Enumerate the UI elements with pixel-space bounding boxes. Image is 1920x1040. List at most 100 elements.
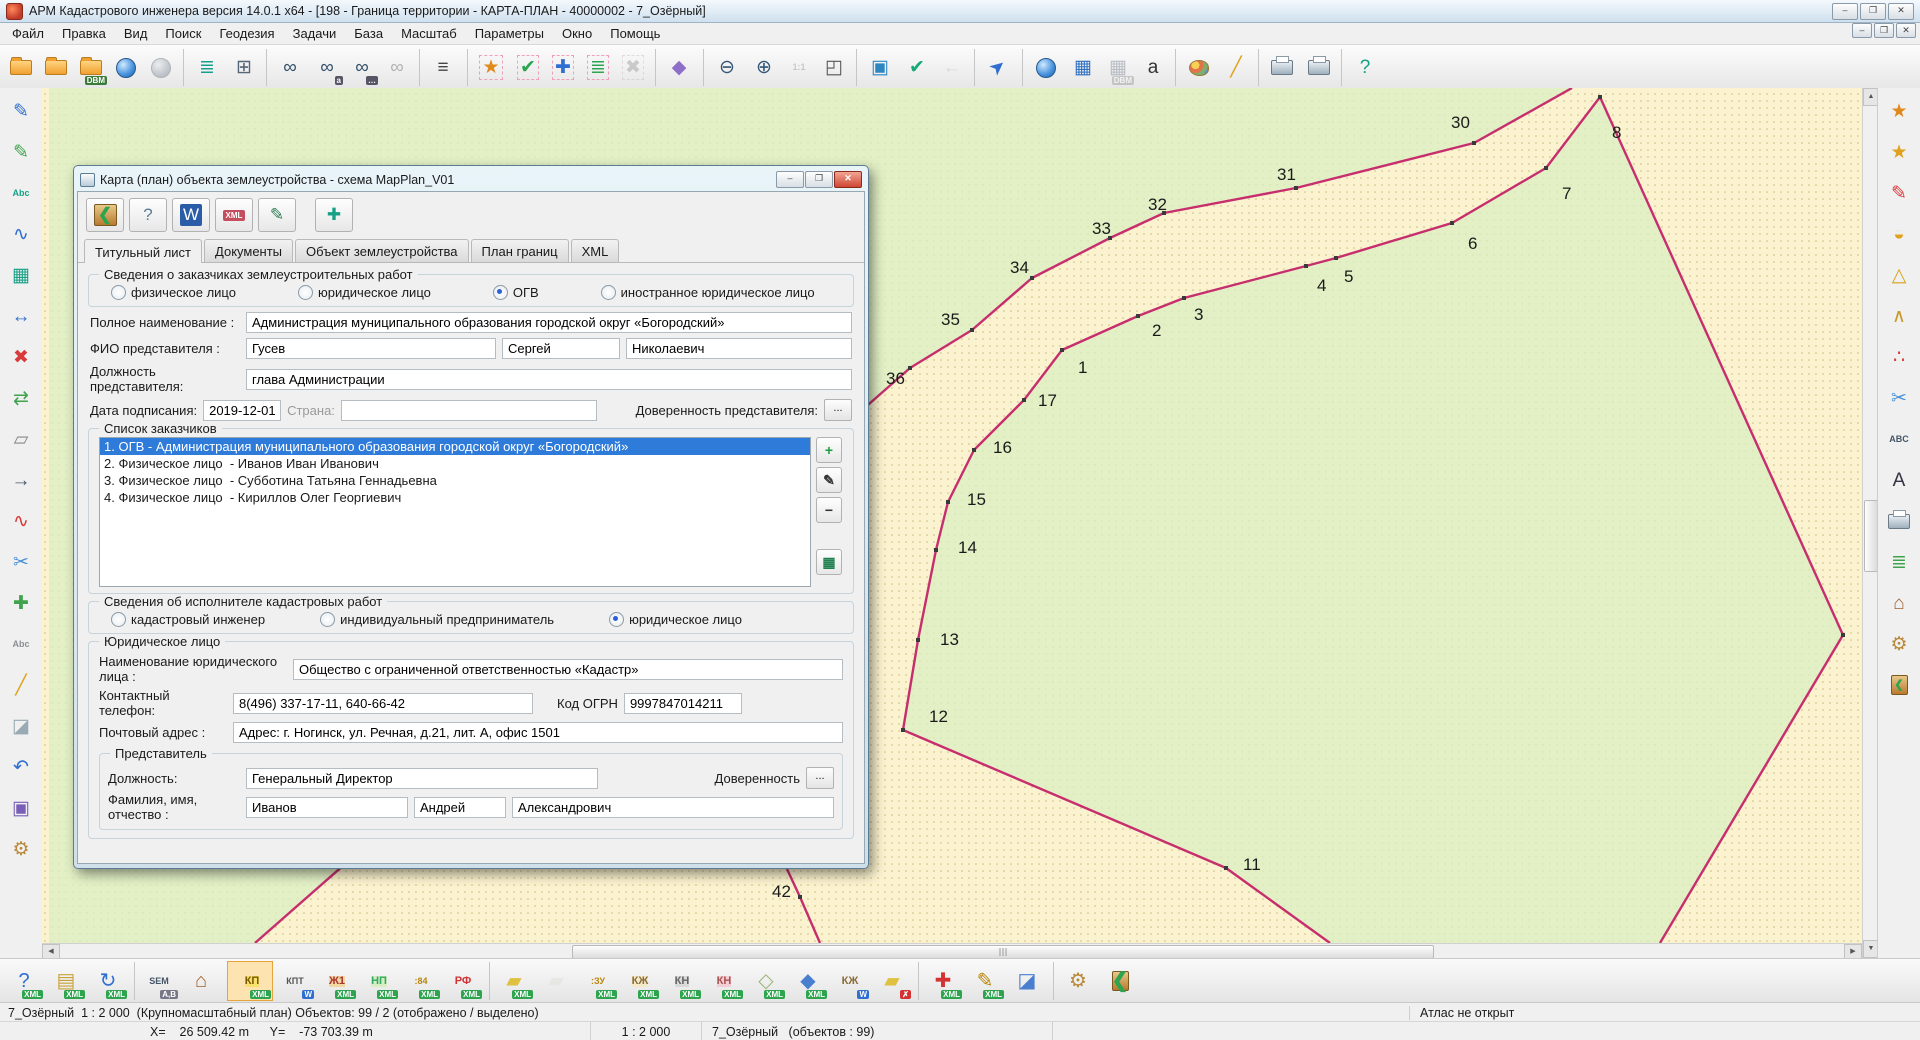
- object-list-button[interactable]: ≡: [419, 49, 462, 86]
- highlight-check-button[interactable]: ✔: [511, 49, 545, 86]
- cut-pencil-tool[interactable]: ✂: [1881, 379, 1917, 417]
- rep2-name-input[interactable]: [414, 797, 506, 818]
- ogrn-input[interactable]: [624, 693, 742, 714]
- rep2-surname-input[interactable]: [246, 797, 408, 818]
- layers-edit-tool[interactable]: ≣: [1881, 543, 1917, 581]
- hscroll-thumb[interactable]: [572, 945, 1434, 959]
- divider-tool[interactable]: ∧: [1881, 297, 1917, 335]
- text-grey-tool[interactable]: Abc: [3, 625, 39, 663]
- zu-xml-button[interactable]: :ЗУ XML: [578, 962, 618, 1000]
- move-objects-tool[interactable]: ↔: [3, 297, 39, 335]
- kn-grey-xml-button[interactable]: КН XML: [662, 962, 702, 1000]
- menu-geodesy[interactable]: Геодезия: [211, 24, 282, 43]
- kp-xml-button[interactable]: КП XML: [227, 961, 273, 1001]
- full-name-input[interactable]: [246, 312, 852, 333]
- add-customer-button[interactable]: +: [816, 437, 842, 463]
- palette-button[interactable]: [1175, 49, 1218, 86]
- remove-customer-button[interactable]: −: [816, 497, 842, 523]
- country-input[interactable]: [341, 400, 597, 421]
- dialog-minimize-button[interactable]: –: [776, 171, 804, 188]
- radio-foreign-entity[interactable]: иностранное юридическое лицо: [601, 285, 815, 300]
- radio-individual[interactable]: физическое лицо: [111, 285, 236, 300]
- rep-patronymic-input[interactable]: [626, 338, 852, 359]
- zoom-out-button[interactable]: ⊖: [703, 49, 746, 86]
- find-text-button[interactable]: ∞ a: [310, 49, 344, 86]
- flash-report-tool[interactable]: ★: [1881, 133, 1917, 171]
- minimize-button[interactable]: –: [1832, 3, 1858, 20]
- vscroll-thumb[interactable]: [1864, 500, 1878, 572]
- open-server-map-button[interactable]: [39, 49, 73, 86]
- menu-scale[interactable]: Масштаб: [393, 24, 465, 43]
- customer-list-item[interactable]: 4. Физическое лицо - Кириллов Олег Георг…: [100, 489, 810, 506]
- xml-sync-button[interactable]: ↻ XML: [88, 962, 128, 1000]
- menu-window[interactable]: Окно: [554, 24, 600, 43]
- highlight-area-button[interactable]: ★: [467, 49, 510, 86]
- exit-map-tool[interactable]: ❮: [1881, 666, 1917, 704]
- doc84-xml-button[interactable]: :84 XML: [401, 962, 441, 1000]
- sign-date-input[interactable]: [203, 400, 281, 421]
- zoom-extent-button[interactable]: ◰: [817, 49, 851, 86]
- find-faded-button[interactable]: ∞: [380, 49, 414, 86]
- cursor-button[interactable]: ➤: [974, 49, 1017, 86]
- highlight-clear-button[interactable]: ✖: [616, 49, 650, 86]
- cursor-card-button[interactable]: a: [1136, 49, 1170, 86]
- dialog-xml-button[interactable]: XML: [215, 198, 253, 232]
- poa-browse-button[interactable]: ...: [824, 399, 852, 421]
- close-button[interactable]: ✕: [1888, 3, 1914, 20]
- protractor-tool[interactable]: ◒: [1881, 215, 1917, 253]
- shapes-3d-button[interactable]: ◆: [655, 49, 698, 86]
- cursor-table-button[interactable]: ▦: [1066, 49, 1100, 86]
- images-tool[interactable]: ▣: [3, 789, 39, 827]
- cut-tool[interactable]: ✂: [3, 543, 39, 581]
- radio-entrepreneur[interactable]: индивидуальный предприниматель: [320, 612, 554, 627]
- layers-button[interactable]: ≣: [183, 49, 226, 86]
- radio-legal-entity[interactable]: юридическое лицо: [298, 285, 431, 300]
- tab-documents[interactable]: Документы: [204, 239, 293, 262]
- legend-tree-button[interactable]: ⊞: [227, 49, 261, 86]
- ruler-tool[interactable]: ╱: [3, 666, 39, 704]
- zoom-1-1-button[interactable]: 1:1: [782, 49, 816, 86]
- menu-help[interactable]: Помощь: [602, 24, 668, 43]
- tab-title-page[interactable]: Титульный лист: [84, 239, 202, 263]
- radio-cadastral-engineer[interactable]: кадастровый инженер: [111, 612, 265, 627]
- select-confirm-button[interactable]: ✔: [900, 49, 934, 86]
- kzh-xml-button[interactable]: КЖ XML: [620, 962, 660, 1000]
- eraser-button[interactable]: ◪: [1007, 962, 1047, 1000]
- address-input[interactable]: [233, 722, 843, 743]
- print-map-tool[interactable]: [1881, 502, 1917, 540]
- menu-view[interactable]: Вид: [116, 24, 156, 43]
- dialog-sign-button[interactable]: ✎: [258, 198, 296, 232]
- phone-input[interactable]: [233, 693, 533, 714]
- kpt-w-button[interactable]: КПТ W: [275, 962, 315, 1000]
- exit-button[interactable]: ❮: [1100, 962, 1140, 1000]
- sem-import-button[interactable]: SEM А,В: [134, 962, 179, 1000]
- customer-list-item[interactable]: 1. ОГВ - Администрация муниципального об…: [100, 438, 810, 455]
- menu-search[interactable]: Поиск: [157, 24, 209, 43]
- dialog-title-bar[interactable]: Карта (план) объекта землеустройства - с…: [77, 168, 865, 191]
- rep2-patronymic-input[interactable]: [512, 797, 834, 818]
- hatch-rect-tool[interactable]: ▦: [3, 256, 39, 294]
- kn-pink-xml-button[interactable]: КН XML: [704, 962, 744, 1000]
- customer-list-item[interactable]: 3. Физическое лицо - Субботина Татьяна Г…: [100, 472, 810, 489]
- menu-edit[interactable]: Правка: [54, 24, 114, 43]
- rep-name-input[interactable]: [502, 338, 620, 359]
- join-lines-tool[interactable]: →: [3, 461, 39, 499]
- xml-help-button[interactable]: ? XML: [4, 962, 44, 1000]
- zh-od-xml-button[interactable]: Ж1 XML: [317, 962, 357, 1000]
- print-button[interactable]: [1258, 49, 1301, 86]
- dialog-maximize-button[interactable]: ❐: [805, 171, 833, 188]
- print-report-button[interactable]: [1302, 49, 1336, 86]
- poly-delete-button[interactable]: ▰ ✗: [872, 962, 912, 1000]
- xml-edit-button[interactable]: ✎ XML: [965, 962, 1005, 1000]
- customers-listbox[interactable]: 1. ОГВ - Администрация муниципального об…: [99, 437, 811, 587]
- home-folder-button[interactable]: ⌂: [181, 962, 221, 1000]
- tripod-tool[interactable]: △: [1881, 256, 1917, 294]
- rep2-position-input[interactable]: [246, 768, 598, 789]
- stamp-tool[interactable]: ◪: [3, 707, 39, 745]
- xml-doc-poly-button[interactable]: ▤ XML: [46, 962, 86, 1000]
- nodes-pencil-tool[interactable]: ∴: [1881, 338, 1917, 376]
- dialog-word-button[interactable]: W: [172, 198, 210, 232]
- poly-faded-button[interactable]: ▰: [536, 962, 576, 1000]
- gear-tool[interactable]: ⚙: [1881, 625, 1917, 663]
- draw-polygon-tool[interactable]: ✎: [3, 133, 39, 171]
